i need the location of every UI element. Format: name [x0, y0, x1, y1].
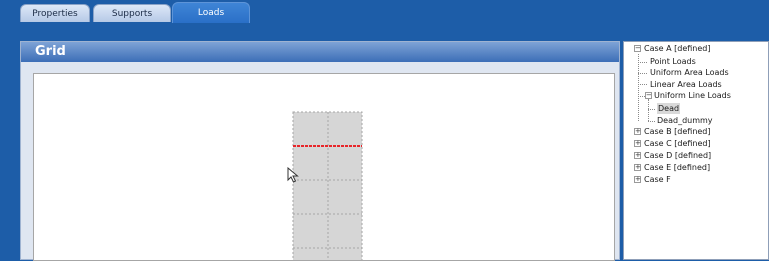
tree-item-case-a[interactable]: Case A [defined] [644, 43, 711, 54]
grid-panel: Grid [20, 41, 620, 261]
collapse-icon[interactable]: − [645, 92, 652, 99]
load-case-tree: − Case A [defined] Point Loads Uniform A… [623, 41, 769, 260]
tree-item-point-loads[interactable]: Point Loads [650, 56, 696, 67]
tab-loads[interactable]: Loads [172, 2, 250, 23]
tree-item-uniform-line-loads[interactable]: Uniform Line Loads [654, 90, 731, 101]
tree-item-linear-area-loads[interactable]: Linear Area Loads [650, 79, 722, 90]
grid-drawing[interactable] [34, 74, 615, 261]
expand-icon[interactable]: + [634, 152, 641, 159]
expand-icon[interactable]: + [634, 176, 641, 183]
tab-supports[interactable]: Supports [93, 4, 171, 22]
grid-region[interactable] [292, 111, 363, 261]
expand-icon[interactable]: + [634, 128, 641, 135]
expand-icon[interactable]: + [634, 140, 641, 147]
tree-item-case-c[interactable]: Case C [defined] [644, 138, 711, 149]
tree-connector [638, 96, 645, 97]
tree-connector [638, 62, 647, 63]
tree-item-dead-dummy[interactable]: Dead_dummy [657, 115, 713, 126]
tree-connector [638, 84, 647, 85]
tree-item-uniform-area-loads[interactable]: Uniform Area Loads [650, 67, 729, 78]
tree-connector [648, 99, 649, 121]
tree-connector [648, 121, 655, 122]
mouse-pointer-icon [287, 167, 299, 183]
tab-properties[interactable]: Properties [20, 4, 90, 22]
tree-item-case-d[interactable]: Case D [defined] [644, 150, 711, 161]
tree-item-case-e[interactable]: Case E [defined] [644, 162, 710, 173]
tree-connector [648, 109, 655, 110]
tree-connector [638, 54, 639, 121]
tree-item-dead[interactable]: Dead [657, 103, 681, 114]
tree-item-case-f[interactable]: Case F [644, 174, 671, 185]
expand-icon[interactable]: + [634, 164, 641, 171]
tree-item-case-b[interactable]: Case B [defined] [644, 126, 711, 137]
grid-canvas[interactable] [33, 73, 615, 261]
tree-connector [638, 73, 647, 74]
collapse-icon[interactable]: − [634, 45, 641, 52]
tab-bar: Properties Supports Loads [0, 0, 769, 23]
grid-panel-title: Grid [21, 42, 619, 62]
